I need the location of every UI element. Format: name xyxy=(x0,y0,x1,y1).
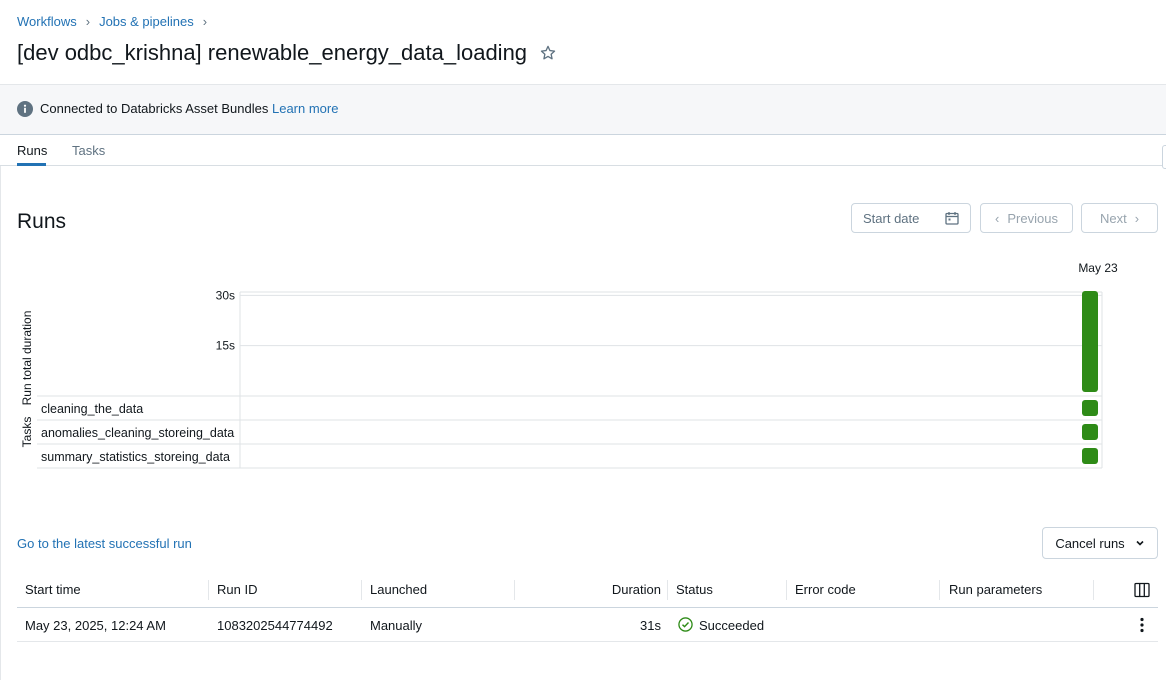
check-circle-icon xyxy=(678,617,693,632)
task-label: summary_statistics_storeing_data xyxy=(41,450,230,464)
asset-bundles-banner: Connected to Databricks Asset Bundles Le… xyxy=(0,84,1166,135)
chevron-down-icon xyxy=(1136,540,1144,546)
chevron-right-icon: › xyxy=(202,14,208,29)
task-status-cell xyxy=(1082,448,1098,464)
task-status-cell xyxy=(1082,400,1098,416)
breadcrumb-jobs-pipelines[interactable]: Jobs & pipelines xyxy=(99,14,194,29)
run-duration-bar xyxy=(1082,291,1098,392)
runs-table: Start time Run ID Launched Duration Stat… xyxy=(17,578,1158,642)
info-icon xyxy=(17,101,33,117)
table-header: Start time Run ID Launched Duration Stat… xyxy=(17,578,1158,608)
table-row[interactable]: May 23, 2025, 12:24 AM 1083202544774492 … xyxy=(17,608,1158,642)
next-button[interactable]: Next › xyxy=(1081,203,1158,233)
page-title-row: [dev odbc_krishna] renewable_energy_data… xyxy=(17,40,557,66)
y-tick-label: 15s xyxy=(216,339,235,353)
task-label: cleaning_the_data xyxy=(41,402,143,416)
columns-icon[interactable] xyxy=(1134,582,1150,598)
col-error-code[interactable]: Error code xyxy=(795,582,856,597)
tasks-axis-label: Tasks xyxy=(20,417,34,448)
col-start-time[interactable]: Start time xyxy=(25,582,81,597)
col-run-parameters[interactable]: Run parameters xyxy=(949,582,1042,597)
runs-heading: Runs xyxy=(17,210,67,233)
calendar-icon xyxy=(945,212,959,225)
task-status-cell xyxy=(1082,424,1098,440)
runs-chart: 30s 15s Run total duration cleaning_the_dat… xyxy=(20,261,1118,469)
banner-text: Connected to Databricks Asset Bundles xyxy=(40,101,269,116)
start-date-placeholder: Start date xyxy=(863,210,920,226)
col-duration[interactable]: Duration xyxy=(612,582,661,597)
chevron-right-icon: › xyxy=(85,14,91,29)
start-date-picker[interactable]: Start date xyxy=(851,203,971,233)
chevron-right-icon: › xyxy=(1134,210,1140,226)
tab-bar: Runs Tasks xyxy=(0,134,1166,166)
x-category-label: May 23 xyxy=(1078,261,1118,275)
breadcrumb: Workflows › Jobs & pipelines › xyxy=(17,14,216,29)
y-tick-label: 30s xyxy=(216,288,235,302)
page-title: [dev odbc_krishna] renewable_energy_data… xyxy=(17,40,528,65)
col-launched[interactable]: Launched xyxy=(370,582,427,597)
task-label: anomalies_cleaning_storeing_data xyxy=(41,426,234,440)
cancel-runs-button[interactable]: Cancel runs xyxy=(1042,527,1158,559)
tab-runs[interactable]: Runs xyxy=(17,143,47,158)
y-axis-label: Run total duration xyxy=(20,311,34,406)
breadcrumb-workflows[interactable]: Workflows xyxy=(17,14,77,29)
star-icon[interactable] xyxy=(539,44,557,62)
latest-successful-run-link[interactable]: Go to the latest successful run xyxy=(17,536,192,551)
kebab-menu-icon[interactable] xyxy=(1136,617,1148,633)
side-panel-handle[interactable] xyxy=(1162,145,1166,169)
tab-tasks[interactable]: Tasks xyxy=(72,143,105,158)
previous-button[interactable]: ‹ Previous xyxy=(980,203,1073,233)
run-id: 1083202544774492 xyxy=(217,618,333,633)
learn-more-link[interactable]: Learn more xyxy=(272,101,338,116)
chevron-left-icon: ‹ xyxy=(995,210,1000,226)
col-status[interactable]: Status xyxy=(676,582,713,597)
run-duration: 31s xyxy=(640,618,661,633)
col-run-id[interactable]: Run ID xyxy=(217,582,257,597)
active-tab-indicator xyxy=(17,163,46,166)
run-status: Succeeded xyxy=(699,618,765,633)
run-launched: Manually xyxy=(370,618,423,633)
run-start-time-link[interactable]: May 23, 2025, 12:24 AM xyxy=(25,618,166,633)
